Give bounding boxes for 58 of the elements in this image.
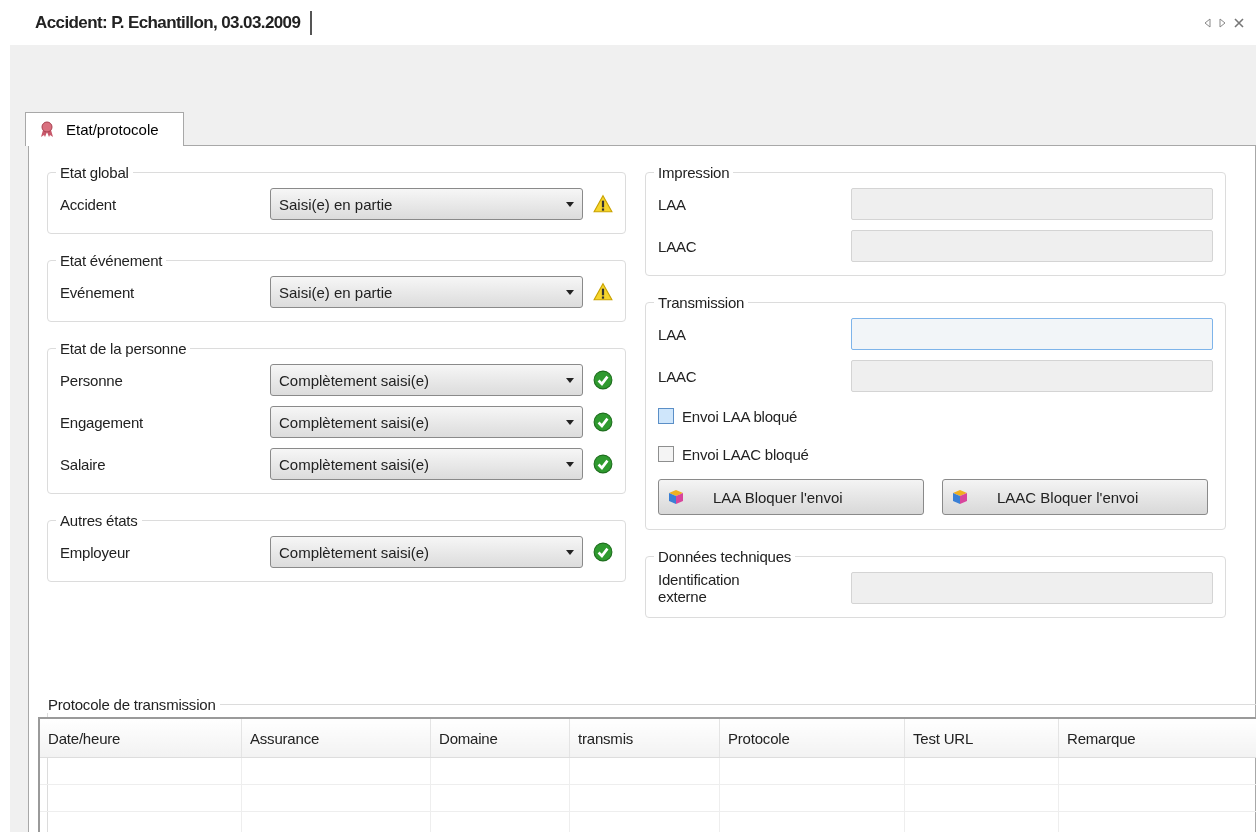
dropdown-arrow-icon <box>566 289 574 295</box>
dropdown[interactable]: Complètement saisi(e) <box>270 536 583 568</box>
field-label: Personne <box>60 371 124 389</box>
field-label: Employeur <box>60 543 131 561</box>
checkbox[interactable] <box>658 408 674 424</box>
dropdown-arrow-icon <box>566 377 574 383</box>
dropdown[interactable]: Complètement saisi(e) <box>270 364 583 396</box>
field-label: Accident <box>60 195 117 213</box>
check-icon <box>593 412 613 432</box>
tab[interactable]: Etat/protocole <box>25 112 184 146</box>
field-label: LAAC <box>658 367 698 385</box>
column-header[interactable]: Assurance <box>241 718 431 758</box>
dropdown-arrow-icon <box>566 461 574 467</box>
checkbox-label: Envoi LAAC bloqué <box>682 445 809 463</box>
group-title: Autres états <box>59 512 139 529</box>
next-icon[interactable] <box>1219 17 1226 28</box>
dropdown[interactable]: Saisi(e) en partie <box>270 188 583 220</box>
check-icon <box>593 454 613 474</box>
cube-icon <box>667 489 685 505</box>
group-title: Etat de la personne <box>59 340 188 357</box>
column-header[interactable]: Protocole <box>719 718 905 758</box>
group-title: Etat global <box>59 164 130 181</box>
block-send-button[interactable]: LAA Bloquer l'envoi <box>658 479 924 515</box>
dropdown-arrow-icon <box>566 419 574 425</box>
field-label: Identification externe <box>658 571 741 605</box>
dropdown[interactable]: Complètement saisi(e) <box>270 406 583 438</box>
warning-icon <box>593 194 613 214</box>
warning-icon <box>593 282 613 302</box>
close-icon[interactable] <box>1234 17 1244 28</box>
award-icon <box>40 121 54 138</box>
check-icon <box>593 370 613 390</box>
dropdown[interactable]: Complètement saisi(e) <box>270 448 583 480</box>
column-header[interactable]: Test URL <box>904 718 1059 758</box>
group-title: Transmission <box>657 294 746 311</box>
cube-icon <box>951 489 969 505</box>
group-title: Protocole de transmission <box>47 696 217 713</box>
dropdown[interactable]: Saisi(e) en partie <box>270 276 583 308</box>
column-header[interactable]: transmis <box>569 718 720 758</box>
checkbox[interactable] <box>658 446 674 462</box>
dropdown-arrow-icon <box>566 549 574 555</box>
column-header[interactable]: Domaine <box>430 718 570 758</box>
dropdown-arrow-icon <box>566 201 574 207</box>
field-label: Evénement <box>60 283 136 301</box>
window-title: Accident: P. Echantillon, 03.03.2009 <box>35 10 313 35</box>
group-title: Données techniques <box>657 548 793 565</box>
column-header[interactable]: Date/heure <box>39 718 242 758</box>
previous-icon[interactable] <box>1204 17 1211 28</box>
field-label: Engagement <box>60 413 145 431</box>
check-icon <box>593 542 613 562</box>
column-header[interactable]: Remarque <box>1058 718 1256 758</box>
group-title: Etat événement <box>59 252 164 269</box>
field-label: Salaire <box>60 455 107 473</box>
field-label: LAA <box>658 195 687 213</box>
field-label: LAA <box>658 325 687 343</box>
block-send-button[interactable]: LAAC Bloquer l'envoi <box>942 479 1208 515</box>
group-title: Impression <box>657 164 731 181</box>
field-label: LAAC <box>658 237 698 255</box>
checkbox-label: Envoi LAA bloqué <box>682 407 798 425</box>
